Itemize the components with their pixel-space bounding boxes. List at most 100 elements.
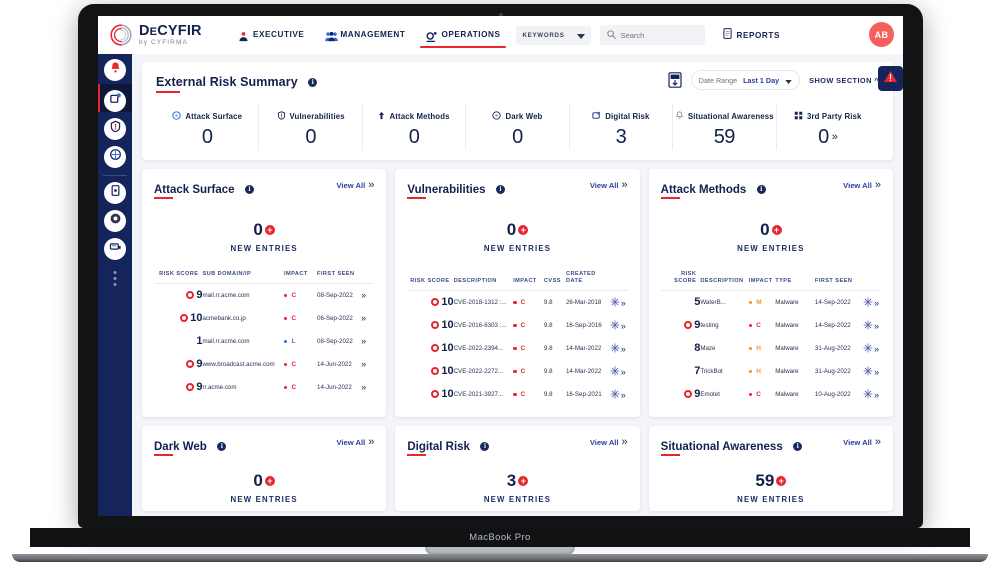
kpi-third-party-risk[interactable]: 3rd Party Risk 0» bbox=[777, 104, 879, 150]
row-expand-icon[interactable]: » bbox=[361, 359, 366, 369]
info-icon[interactable]: i bbox=[480, 441, 490, 451]
threat-pin-icon[interactable] bbox=[863, 389, 873, 399]
brand-logo[interactable]: DECYFIR by CYFIRMA bbox=[108, 22, 226, 48]
impact-dot-icon bbox=[283, 362, 288, 367]
kpi-vulnerabilities[interactable]: Vulnerabilities 0 bbox=[259, 104, 363, 150]
tab-operations[interactable]: OPERATIONS bbox=[420, 20, 507, 50]
row-expand-icon[interactable]: » bbox=[361, 336, 366, 346]
threat-pin-icon[interactable] bbox=[863, 297, 873, 307]
row-expand-icon[interactable]: » bbox=[874, 344, 879, 354]
impact-letter: C bbox=[291, 360, 297, 368]
plus-badge-icon[interactable]: + bbox=[518, 476, 529, 486]
sidebar-item-situational-awareness[interactable] bbox=[104, 210, 126, 232]
keywords-dropdown[interactable]: KEYWORDS bbox=[516, 25, 591, 45]
kpi-dark-web[interactable]: Dark Web 0 bbox=[466, 104, 570, 150]
row-expand-icon[interactable]: » bbox=[361, 313, 366, 323]
row-expand-icon[interactable]: » bbox=[621, 367, 626, 377]
info-icon[interactable]: i bbox=[217, 441, 227, 451]
sidebar-item-third-party-risk[interactable] bbox=[104, 238, 126, 260]
chevron-right-icon[interactable]: » bbox=[832, 131, 838, 143]
search-box[interactable] bbox=[599, 25, 705, 45]
kpi-digital-risk[interactable]: Digital Risk 3 bbox=[570, 104, 674, 150]
view-all-button[interactable]: View All » bbox=[337, 437, 375, 448]
tab-management[interactable]: MANAGEMENT bbox=[323, 20, 407, 50]
table-row[interactable]: 9 mail.rr.acme.com C 08-Sep-2022 » bbox=[154, 283, 374, 307]
threat-pin-icon[interactable] bbox=[863, 320, 873, 330]
cell-impact: H bbox=[748, 360, 775, 383]
table-row[interactable]: 9 Emotet C Malware 10-Aug-2022 » bbox=[661, 383, 881, 406]
kpi-attack-methods[interactable]: Attack Methods 0 bbox=[363, 104, 467, 150]
table-row[interactable]: 10 CVE-2016-6303 :... C 9.8 16-Sep-2016 » bbox=[407, 314, 627, 337]
row-expand-icon[interactable]: » bbox=[874, 367, 879, 377]
brand-text: DECYFIR by CYFIRMA bbox=[139, 23, 202, 47]
table-row[interactable]: 10 CVE-2022-2394... C 9.8 14-Mar-2022 » bbox=[407, 337, 627, 360]
threat-pin-icon[interactable] bbox=[610, 297, 620, 307]
sidebar-item-vulnerabilities[interactable] bbox=[104, 118, 126, 140]
plus-badge-icon[interactable]: + bbox=[776, 476, 787, 486]
view-all-button[interactable]: View All » bbox=[590, 437, 628, 448]
threat-pin-icon[interactable] bbox=[610, 320, 620, 330]
kpi-value: 0 bbox=[201, 126, 213, 148]
row-expand-icon[interactable]: » bbox=[621, 298, 626, 308]
plus-badge-icon[interactable]: + bbox=[771, 225, 782, 235]
threat-pin-icon[interactable] bbox=[610, 343, 620, 353]
info-icon[interactable]: i bbox=[495, 184, 505, 194]
sidebar-item-alerts[interactable] bbox=[104, 59, 126, 81]
kpi-header: Dark Web bbox=[466, 107, 568, 125]
sidebar-item-dark-web[interactable] bbox=[104, 146, 126, 168]
alert-button[interactable] bbox=[878, 66, 903, 91]
threat-pin-icon[interactable] bbox=[863, 366, 873, 376]
table-row[interactable]: 9 rr.acme.com C 14-Jun-2022 » bbox=[154, 376, 374, 399]
info-icon[interactable]: i bbox=[308, 77, 318, 87]
table-row[interactable]: 9 www.broadcast.acme.com C 14-Jun-2022 » bbox=[154, 353, 374, 376]
view-all-button[interactable]: View All » bbox=[843, 437, 881, 448]
pdf-export-icon[interactable] bbox=[668, 72, 682, 88]
view-all-button[interactable]: View All » bbox=[590, 180, 628, 191]
rail-drag-handle[interactable] bbox=[113, 268, 117, 289]
sidebar-item-attack-surface[interactable] bbox=[104, 90, 126, 112]
info-icon[interactable]: i bbox=[793, 441, 803, 451]
table-row[interactable]: 10 CVE-2021-3927... C 9.8 16-Sep-2021 » bbox=[407, 383, 627, 406]
row-expand-icon[interactable]: » bbox=[874, 321, 879, 331]
cell-action: » bbox=[610, 290, 628, 314]
row-expand-icon[interactable]: » bbox=[621, 390, 626, 400]
info-icon[interactable]: i bbox=[756, 184, 766, 194]
table-row[interactable]: 9 testing C Malware 14-Sep-2022 » bbox=[661, 314, 881, 337]
cell-first-seen: 14-Sep-2022 bbox=[814, 321, 851, 329]
info-icon[interactable]: i bbox=[245, 184, 254, 194]
reports-button[interactable]: REPORTS bbox=[722, 26, 780, 44]
show-section-toggle[interactable]: SHOW SECTION ^ bbox=[809, 76, 879, 85]
date-range-dropdown[interactable]: Date Range Last 1 Day bbox=[690, 70, 801, 90]
table-row[interactable]: 10 acmebank.co.jp C 06-Sep-2022 » bbox=[154, 307, 374, 330]
table-row[interactable]: 5 WaterB... M Malware 14-Sep-2022 » bbox=[661, 290, 881, 314]
table-row[interactable]: 8 Maze H Malware 31-Aug-2022 » bbox=[661, 337, 881, 360]
panel-header: Attack Surface i View All » bbox=[154, 180, 375, 199]
tab-executive[interactable]: EXECUTIVE bbox=[236, 20, 306, 50]
avatar[interactable]: AB bbox=[869, 22, 894, 47]
plus-badge-icon[interactable]: + bbox=[264, 476, 275, 486]
plus-badge-icon[interactable]: + bbox=[518, 225, 529, 235]
view-all-button[interactable]: View All » bbox=[843, 180, 881, 191]
view-all-button[interactable]: View All » bbox=[337, 180, 375, 191]
search-input[interactable] bbox=[620, 30, 698, 40]
row-expand-icon[interactable]: » bbox=[621, 321, 626, 331]
row-expand-icon[interactable]: » bbox=[361, 290, 366, 300]
threat-pin-icon[interactable] bbox=[863, 343, 873, 353]
cell-action: » bbox=[863, 337, 881, 360]
cell-sub-domain: mail.rr.acme.com bbox=[202, 337, 250, 345]
table-row[interactable]: 1 mail.rr.acme.com L 08-Sep-2022 » bbox=[154, 330, 374, 353]
plus-badge-icon[interactable]: + bbox=[264, 225, 275, 235]
threat-pin-icon[interactable] bbox=[610, 366, 620, 376]
table-row[interactable]: 10 CVE-2022-2272... C 9.8 14-Mar-2022 » bbox=[407, 360, 627, 383]
kpi-situational-awareness[interactable]: Situational Awareness 59 bbox=[673, 104, 777, 150]
row-expand-icon[interactable]: » bbox=[361, 382, 366, 392]
row-expand-icon[interactable]: » bbox=[621, 344, 626, 354]
table-row[interactable]: 10 CVE-2018-1312 :... C 9.8 26-Mar-2018 » bbox=[407, 290, 627, 314]
row-expand-icon[interactable]: » bbox=[874, 298, 879, 308]
kpi-attack-surface[interactable]: Attack Surface 0 bbox=[156, 104, 260, 150]
table-row[interactable]: 7 TrickBot H Malware 31-Aug-2022 » bbox=[661, 360, 881, 383]
shield-alert-icon bbox=[277, 107, 286, 125]
threat-pin-icon[interactable] bbox=[610, 389, 620, 399]
sidebar-item-digital-risk[interactable] bbox=[104, 182, 126, 204]
row-expand-icon[interactable]: » bbox=[874, 390, 879, 400]
